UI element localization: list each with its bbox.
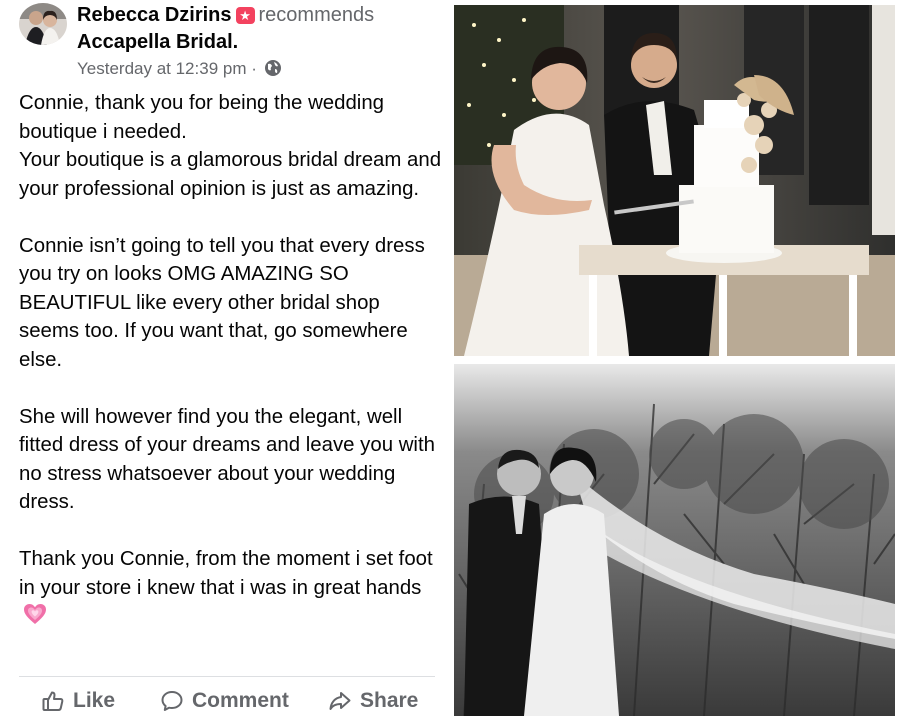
author-name[interactable]: Rebecca Dzirins	[77, 4, 232, 26]
share-label: Share	[360, 689, 419, 712]
wedding-cake-cutting-photo[interactable]	[454, 5, 895, 356]
facebook-post: Rebecca Dzirins ★ recommends Accapella Bri…	[0, 0, 448, 720]
post-timestamp[interactable]: Yesterday at 12:39 pm	[77, 59, 247, 78]
like-button[interactable]: Like	[41, 683, 115, 719]
actions-divider	[19, 676, 435, 677]
post-paragraph: She will however find you the elegant, w…	[19, 405, 435, 514]
post-paragraph: Connie isn’t going to tell you that ever…	[19, 234, 425, 371]
growing-heart-emoji	[23, 603, 47, 634]
post-action-bar: Like Comment Share	[19, 683, 435, 719]
page-name-link[interactable]: Accapella Bridal.	[77, 29, 437, 56]
avatar-image	[19, 3, 67, 45]
post-body: Connie, thank you for being the wedding …	[19, 89, 444, 634]
comment-bubble-icon	[160, 689, 184, 713]
recommend-verb: recommends	[258, 4, 375, 26]
comment-label: Comment	[192, 689, 289, 712]
post-paragraph-text: Thank you Connie, from the moment i set …	[19, 548, 433, 599]
globe-icon	[264, 59, 282, 83]
post-paragraph: Connie, thank you for being the wedding …	[19, 92, 442, 200]
recommend-star-badge-icon: ★	[235, 7, 255, 24]
share-button[interactable]: Share	[328, 683, 418, 719]
post-meta: Yesterday at 12:39 pm ·	[77, 58, 282, 83]
bw-kiss-veil-photo[interactable]	[454, 364, 895, 716]
avatar[interactable]	[19, 3, 67, 45]
post-paragraph-last: Thank you Connie, from the moment i set …	[19, 545, 444, 634]
like-label: Like	[73, 689, 116, 712]
thumbs-up-icon	[41, 689, 65, 713]
comment-button[interactable]: Comment	[160, 683, 289, 719]
share-arrow-icon	[328, 689, 352, 713]
post-header: Rebecca Dzirins ★ recommends Accapella Bri…	[77, 2, 437, 56]
meta-separator: ·	[251, 59, 257, 78]
